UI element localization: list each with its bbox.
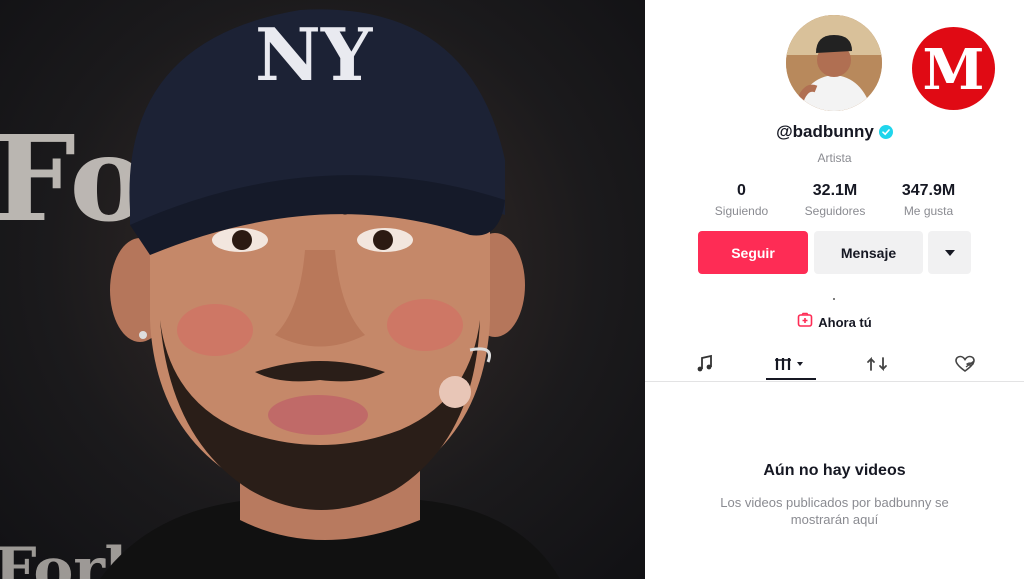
profile-avatar[interactable] bbox=[786, 15, 882, 111]
artist-photo: Forbes Forbes NY bbox=[0, 0, 645, 579]
profile-handle: @badbunny bbox=[776, 122, 874, 141]
active-tab-indicator bbox=[766, 378, 816, 380]
profile-stats: 0 Siguiendo 32.1M Seguidores 347.9M Me g… bbox=[695, 182, 975, 218]
videos-grid-icon bbox=[775, 358, 803, 370]
chevron-down-icon bbox=[944, 249, 955, 256]
music-note-icon bbox=[697, 354, 712, 372]
stat-likes[interactable]: 347.9M Me gusta bbox=[882, 182, 975, 218]
tab-reposts[interactable] bbox=[857, 346, 897, 382]
cap-logo: NY bbox=[255, 12, 374, 97]
stat-value: 347.9M bbox=[901, 182, 956, 199]
verified-badge-icon bbox=[878, 125, 893, 139]
stat-label: Me gusta bbox=[903, 204, 954, 218]
stat-following[interactable]: 0 Siguiendo bbox=[695, 182, 788, 218]
hidden-likes-icon bbox=[955, 355, 975, 372]
handle-row: @badbunny bbox=[645, 122, 1024, 142]
tab-liked[interactable] bbox=[945, 346, 985, 382]
stat-label: Seguidores bbox=[804, 204, 866, 218]
now-link[interactable]: Ahora tú bbox=[645, 312, 1024, 333]
stat-label: Siguiendo bbox=[714, 204, 769, 218]
separator-dot bbox=[833, 298, 835, 300]
brand-logo: M bbox=[912, 27, 995, 110]
stat-followers[interactable]: 32.1M Seguidores bbox=[789, 182, 882, 218]
empty-state-title: Aún no hay videos bbox=[763, 462, 906, 479]
message-button[interactable]: Mensaje bbox=[814, 231, 923, 274]
profile-bio: Artista bbox=[817, 151, 852, 165]
now-label: Ahora tú bbox=[818, 315, 872, 330]
profile-tabs bbox=[645, 346, 1024, 382]
stat-value: 32.1M bbox=[812, 182, 858, 199]
more-options-button[interactable] bbox=[928, 231, 971, 274]
tab-videos[interactable] bbox=[766, 346, 816, 382]
repost-icon bbox=[867, 356, 887, 372]
add-video-icon bbox=[797, 312, 813, 333]
stat-value: 0 bbox=[737, 182, 746, 199]
profile-panel: M @badbunny Artista 0 Siguiendo 32.1M Se… bbox=[645, 0, 1024, 579]
tab-music[interactable] bbox=[685, 346, 725, 382]
brand-logo-letter: M bbox=[922, 36, 985, 103]
follow-button[interactable]: Seguir bbox=[698, 231, 808, 274]
empty-state-description: Los videos publicados por badbunny se mo… bbox=[720, 495, 949, 527]
